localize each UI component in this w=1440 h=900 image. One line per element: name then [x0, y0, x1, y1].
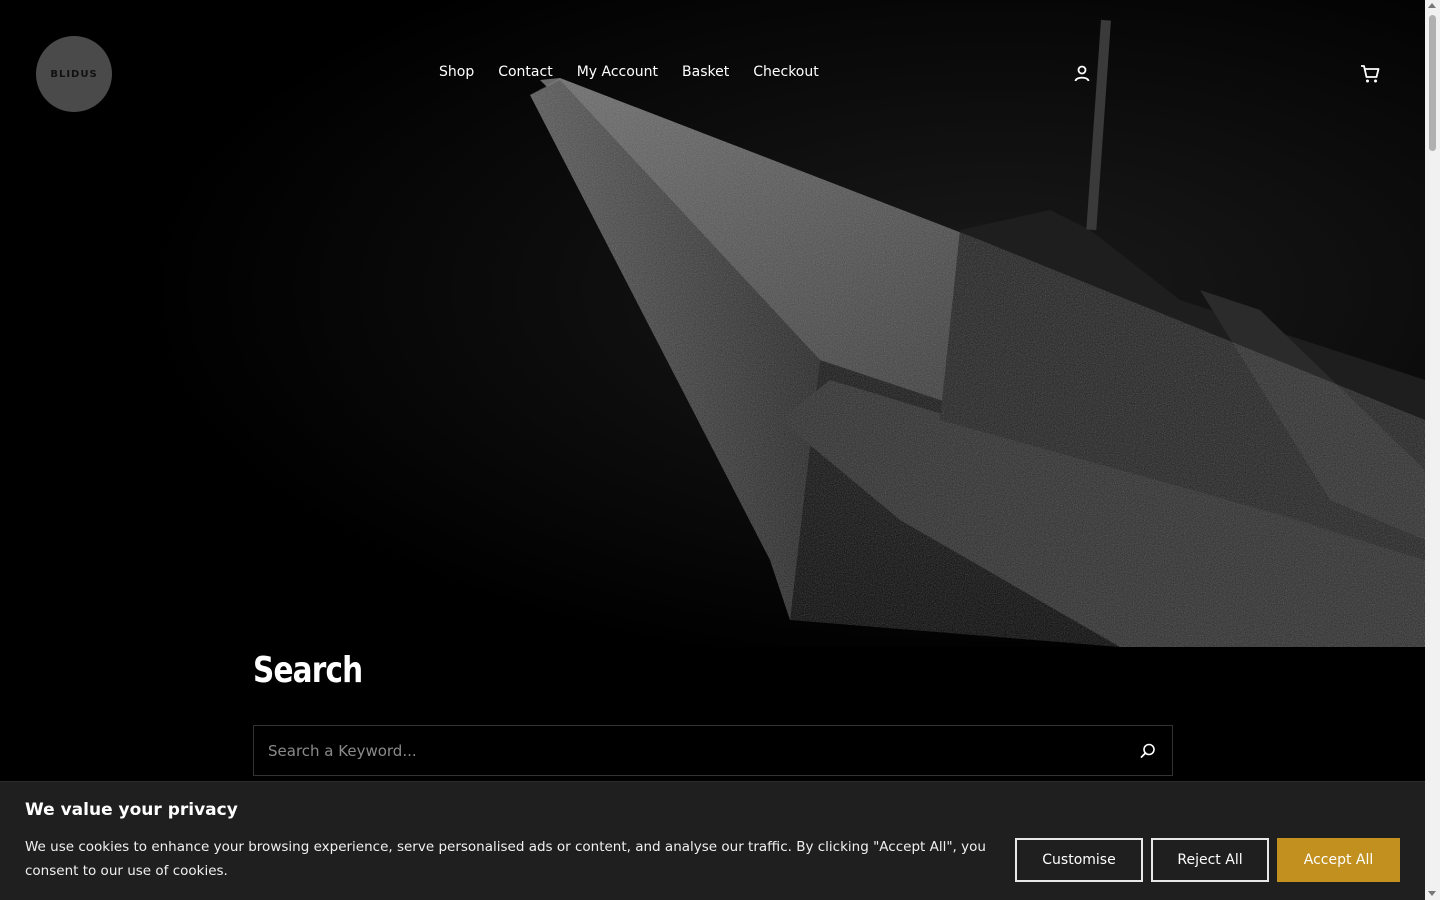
nav-checkout[interactable]: Checkout	[753, 64, 819, 80]
logo-text: BLIDUS	[50, 68, 98, 80]
nav-my-account[interactable]: My Account	[577, 64, 658, 80]
scroll-up-arrow-icon[interactable]	[1428, 3, 1436, 8]
site-logo[interactable]: BLIDUS	[36, 36, 112, 112]
search-icon	[1140, 743, 1155, 758]
reject-all-button[interactable]: Reject All	[1151, 838, 1269, 882]
cart-icon[interactable]	[1359, 63, 1381, 85]
accept-all-button[interactable]: Accept All	[1277, 838, 1400, 882]
cookie-title: We value your privacy	[25, 800, 238, 820]
knife-blade-image	[0, 0, 1425, 647]
search-button[interactable]	[1124, 727, 1172, 775]
page: BLIDUS Shop Contact My Account Basket Ch…	[0, 0, 1425, 900]
search-form	[253, 725, 1173, 776]
customise-button[interactable]: Customise	[1015, 838, 1143, 882]
search-input[interactable]	[254, 725, 1124, 776]
main-nav: Shop Contact My Account Basket Checkout	[439, 64, 819, 80]
scroll-down-arrow-icon[interactable]	[1428, 891, 1436, 896]
nav-shop[interactable]: Shop	[439, 64, 474, 80]
cookie-text: We use cookies to enhance your browsing …	[25, 839, 986, 879]
nav-basket[interactable]: Basket	[682, 64, 729, 80]
user-icon[interactable]	[1071, 63, 1093, 85]
page-title: Search	[253, 650, 363, 691]
hero-image	[0, 0, 1425, 647]
vertical-scrollbar[interactable]	[1425, 0, 1440, 900]
cookie-banner: We value your privacy We use cookies to …	[0, 781, 1425, 900]
scrollbar-thumb[interactable]	[1429, 15, 1436, 151]
nav-contact[interactable]: Contact	[498, 64, 552, 80]
